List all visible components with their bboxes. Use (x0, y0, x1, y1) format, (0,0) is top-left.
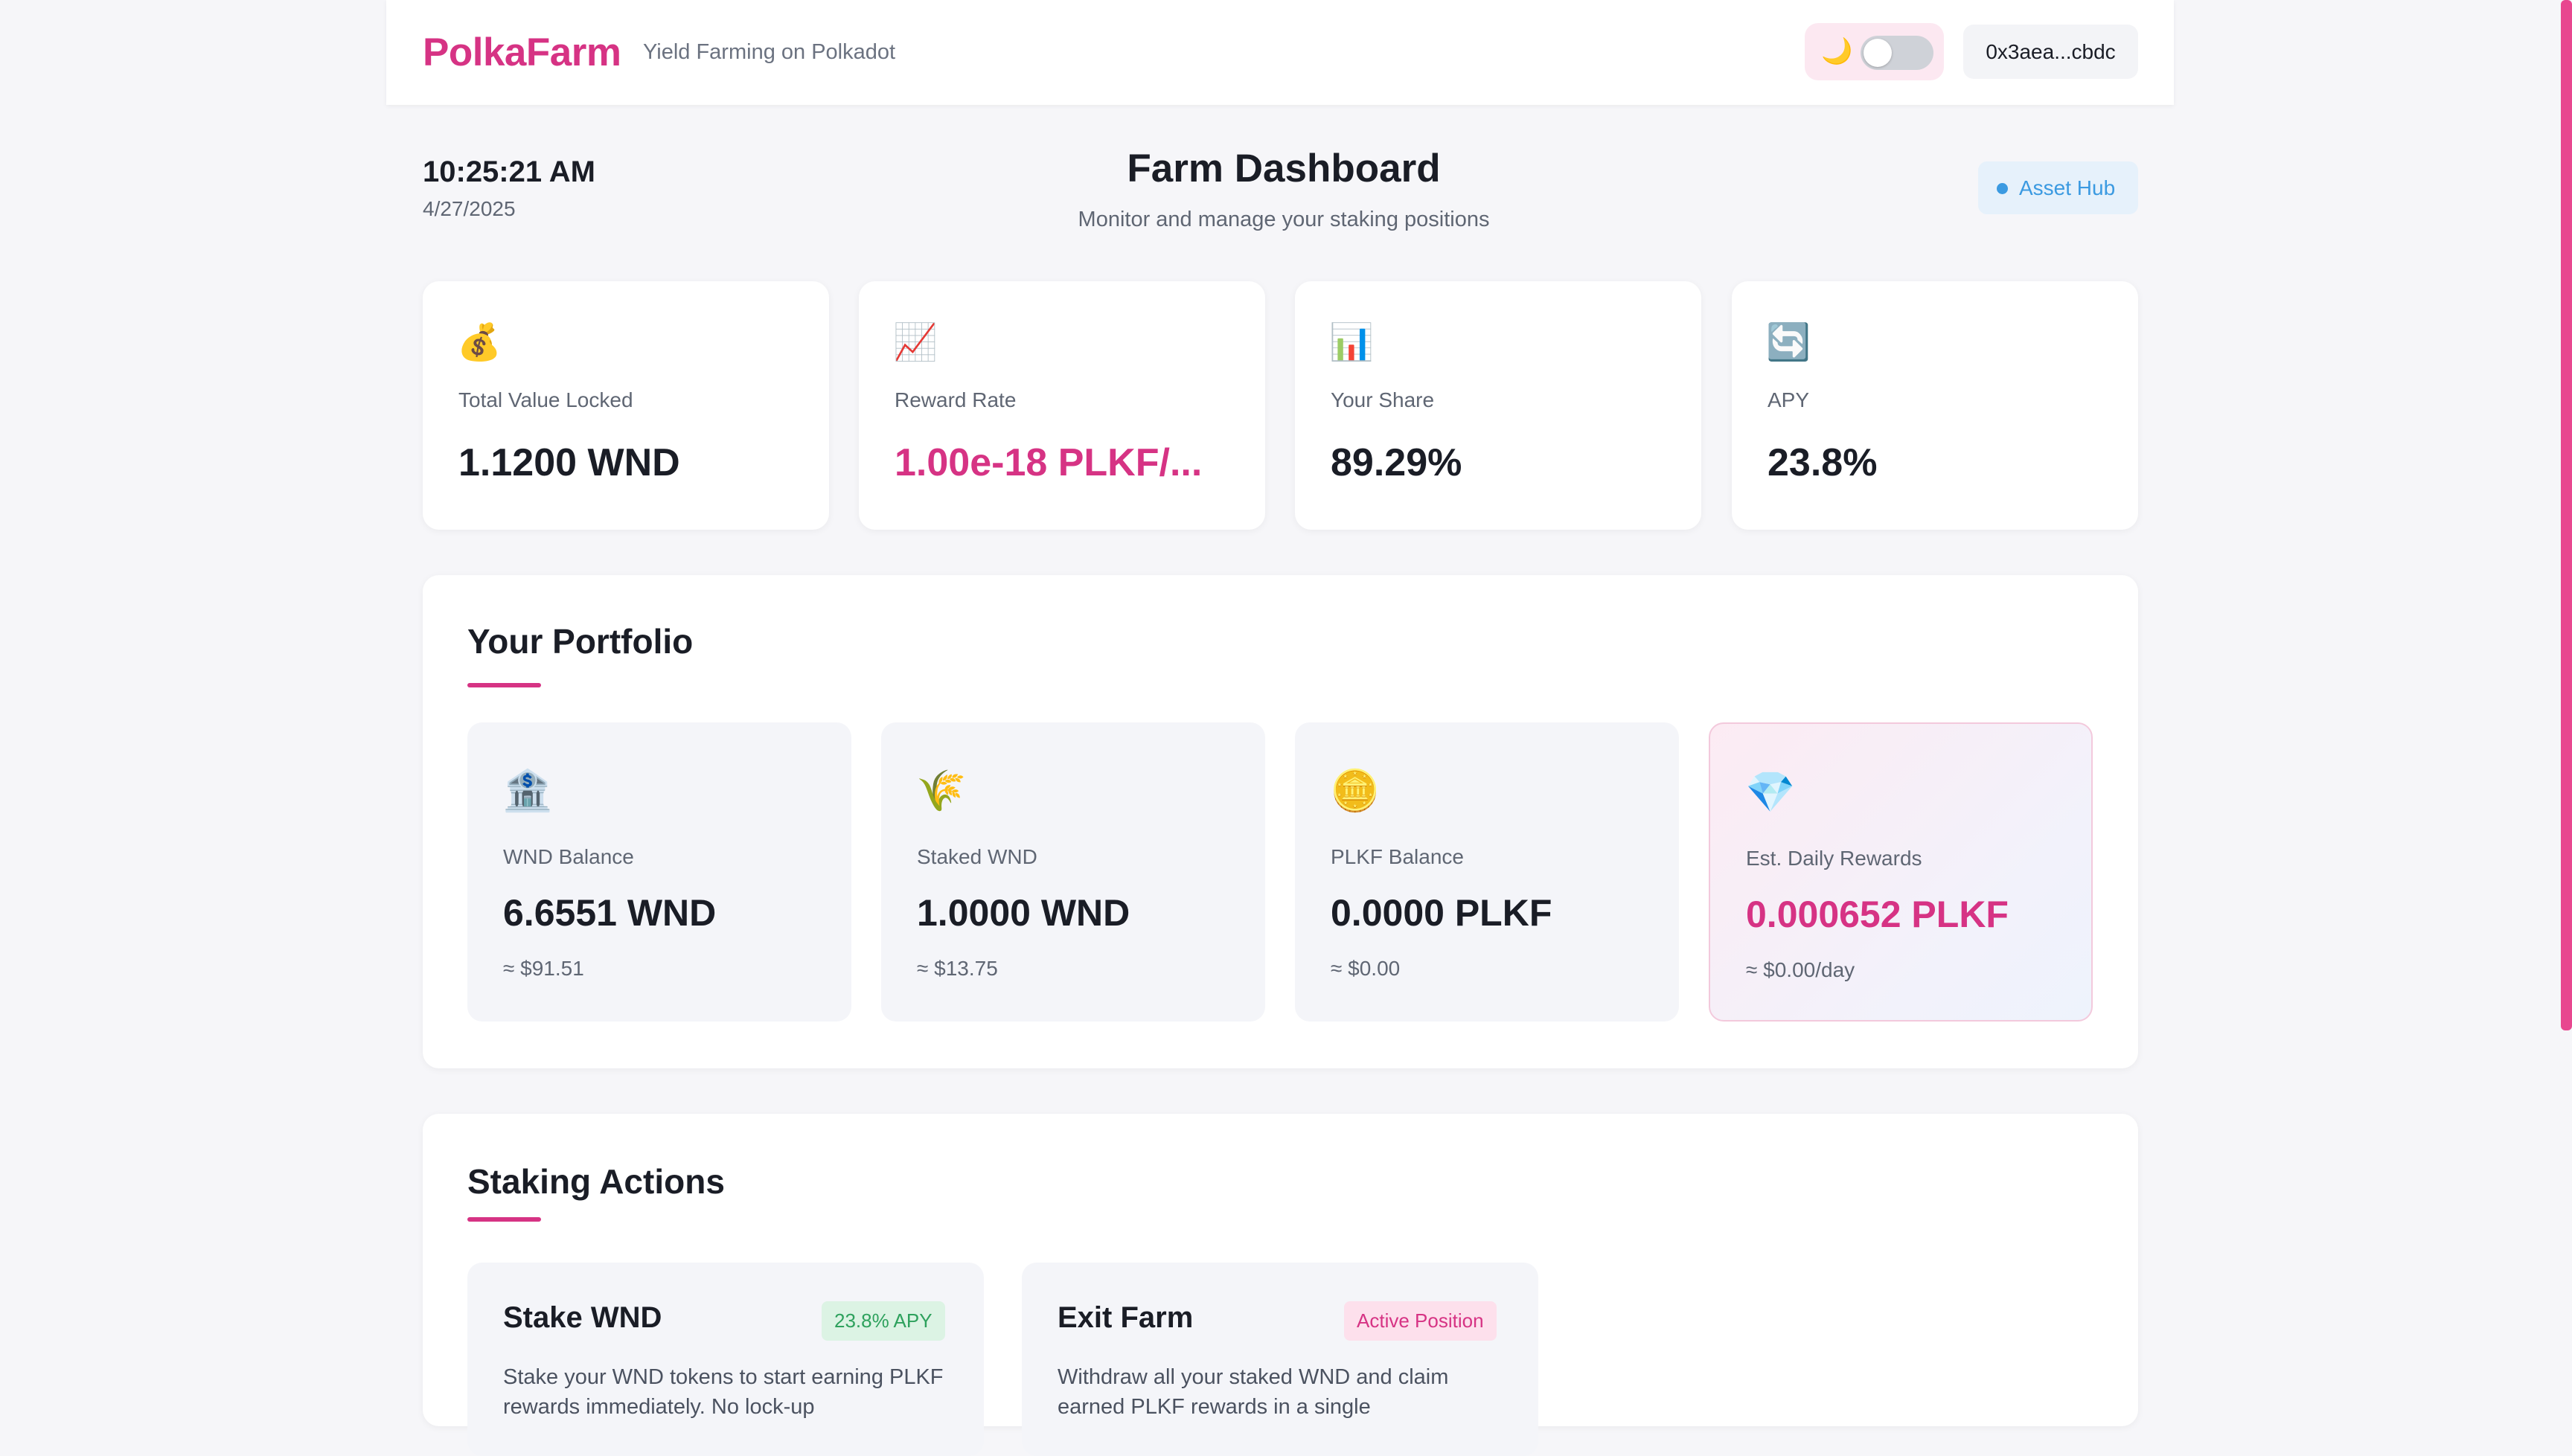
portfolio-card-staked-wnd: 🌾 Staked WND 1.0000 WND ≈ $13.75 (881, 722, 1265, 1022)
stake-wnd-card[interactable]: Stake WND 23.8% APY Stake your WND token… (467, 1263, 984, 1456)
stat-card-tvl: 💰 Total Value Locked 1.1200 WND (423, 281, 829, 530)
stake-card-description: Stake your WND tokens to start earning P… (503, 1365, 944, 1419)
network-label: Asset Hub (2019, 176, 2116, 199)
page-scrollbar[interactable] (2561, 0, 2572, 1030)
portfolio-label: Staked WND (917, 845, 1037, 868)
stat-value: 1.00e-18 PLKF/... (895, 441, 1203, 484)
stat-label: APY (1768, 388, 1810, 411)
gem-icon: 💎 (1745, 770, 1796, 815)
coin-icon: 🪙 (1330, 769, 1381, 813)
top-header: PolkaFarm Yield Farming on Polkadot 🌙 0x… (386, 0, 2174, 105)
clock-time: 10:25:21 AM (423, 155, 595, 188)
active-position-badge: Active Position (1344, 1301, 1497, 1341)
chart-up-icon: 📈 (893, 323, 938, 362)
stat-value: 23.8% (1768, 441, 1878, 484)
staking-actions-title: Staking Actions (467, 1162, 725, 1201)
title-underline (467, 1217, 541, 1222)
portfolio-label: Est. Daily Rewards (1746, 847, 1922, 870)
bar-chart-icon: 📊 (1329, 323, 1374, 362)
portfolio-label: WND Balance (503, 845, 634, 868)
stat-value: 89.29% (1331, 441, 1462, 484)
bank-icon: 🏦 (502, 769, 553, 813)
clock-date: 4/27/2025 (423, 197, 516, 220)
network-status-dot-icon (1997, 183, 2008, 194)
wallet-address-button[interactable]: 0x3aea...cbdc (1963, 25, 2138, 79)
stat-label: Your Share (1331, 388, 1435, 411)
portfolio-panel: Your Portfolio 🏦 WND Balance 6.6551 WND … (423, 575, 2138, 1068)
page-subtitle: Monitor and manage your staking position… (1078, 208, 1490, 231)
brand-tagline: Yield Farming on Polkadot (643, 40, 896, 64)
portfolio-usd: ≈ $0.00 (1331, 957, 1401, 980)
stat-card-reward-rate: 📈 Reward Rate 1.00e-18 PLKF/... (859, 281, 1265, 530)
portfolio-value: 6.6551 WND (503, 892, 717, 934)
stake-card-title: Stake WND (503, 1301, 662, 1334)
moon-icon: 🌙 (1821, 37, 1853, 65)
wheat-icon: 🌾 (916, 769, 967, 813)
portfolio-value: 0.000652 PLKF (1746, 894, 2009, 935)
exit-card-title: Exit Farm (1058, 1301, 1194, 1334)
brand-logo[interactable]: PolkaFarm (423, 30, 621, 75)
theme-toggle[interactable]: 🌙 (1805, 23, 1944, 80)
staking-actions-panel: Staking Actions Stake WND 23.8% APY Stak… (423, 1114, 2138, 1456)
portfolio-value: 0.0000 PLKF (1331, 892, 1552, 934)
portfolio-card-plkf-balance: 🪙 PLKF Balance 0.0000 PLKF ≈ $0.00 (1295, 722, 1679, 1022)
toggle-knob (1864, 39, 1892, 67)
stat-label: Total Value Locked (458, 388, 633, 411)
portfolio-card-wnd-balance: 🏦 WND Balance 6.6551 WND ≈ $91.51 (467, 722, 851, 1022)
portfolio-card-daily-rewards: 💎 Est. Daily Rewards 0.000652 PLKF ≈ $0.… (1709, 722, 2093, 1022)
toggle-track[interactable] (1861, 36, 1933, 70)
exit-card-description: Withdraw all your staked WND and claim e… (1058, 1365, 1449, 1419)
title-underline (467, 683, 541, 687)
network-badge[interactable]: Asset Hub (1978, 161, 2138, 214)
stat-value: 1.1200 WND (458, 441, 680, 484)
apy-badge: 23.8% APY (822, 1301, 945, 1341)
portfolio-value: 1.0000 WND (917, 892, 1130, 934)
stat-card-your-share: 📊 Your Share 89.29% (1295, 281, 1701, 530)
stat-card-apy: 🔄 APY 23.8% (1732, 281, 2138, 530)
portfolio-label: PLKF Balance (1331, 845, 1464, 868)
portfolio-usd: ≈ $13.75 (917, 957, 998, 980)
portfolio-title: Your Portfolio (467, 622, 694, 661)
portfolio-usd: ≈ $0.00/day (1746, 958, 1855, 981)
refresh-icon: 🔄 (1766, 323, 1811, 362)
money-bag-icon: 💰 (457, 323, 502, 362)
portfolio-usd: ≈ $91.51 (503, 957, 584, 980)
exit-farm-card[interactable]: Exit Farm Active Position Withdraw all y… (1022, 1263, 1538, 1456)
stat-label: Reward Rate (895, 388, 1017, 411)
page-title: Farm Dashboard (1127, 147, 1441, 190)
